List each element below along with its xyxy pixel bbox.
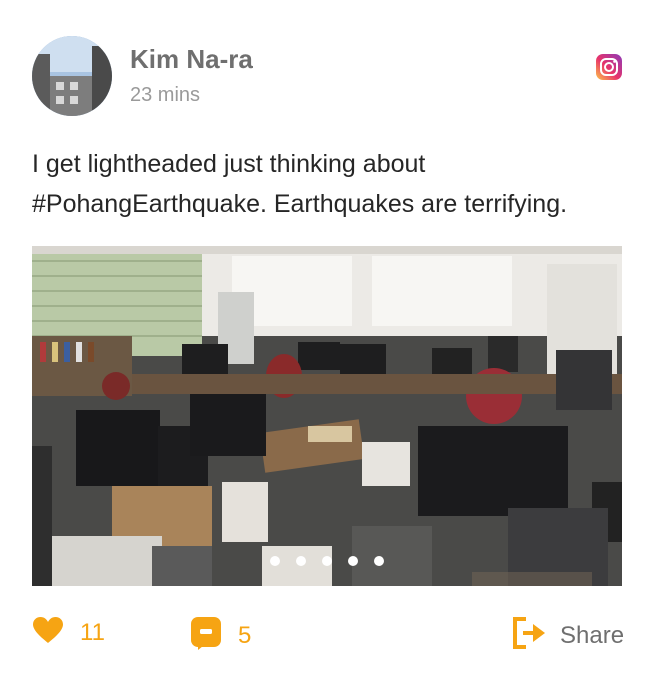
post-text: I get lightheaded just thinking about #P… xyxy=(32,144,632,224)
post-text-line: I get lightheaded just thinking about xyxy=(32,150,426,178)
like-button[interactable]: 11 xyxy=(32,616,105,649)
office-photo xyxy=(32,246,622,586)
instagram-icon[interactable] xyxy=(596,54,622,80)
share-icon xyxy=(512,616,548,655)
author-name[interactable]: Kim Na-ra xyxy=(130,44,253,75)
carousel-dot-5[interactable] xyxy=(374,556,384,566)
like-count: 11 xyxy=(80,618,105,646)
post-photo[interactable] xyxy=(32,246,622,586)
comment-button[interactable]: 5 xyxy=(190,616,251,655)
share-button[interactable]: Share xyxy=(512,616,624,655)
carousel-dot-3[interactable] xyxy=(322,556,332,566)
avatar[interactable] xyxy=(32,36,112,116)
avatar-photo xyxy=(32,36,112,116)
comment-count: 5 xyxy=(238,621,252,649)
carousel-dot-4[interactable] xyxy=(348,556,358,566)
post-timestamp: 23 mins xyxy=(130,84,201,106)
carousel-dot-1[interactable] xyxy=(270,556,280,566)
carousel-dot-2[interactable] xyxy=(296,556,306,566)
share-label: Share xyxy=(560,621,625,649)
post-text-line-hashtag: #PohangEarthquake. Earthquakes are terri… xyxy=(32,190,568,218)
carousel-indicator xyxy=(32,556,622,566)
comment-icon xyxy=(190,616,222,655)
heart-icon xyxy=(32,616,64,649)
